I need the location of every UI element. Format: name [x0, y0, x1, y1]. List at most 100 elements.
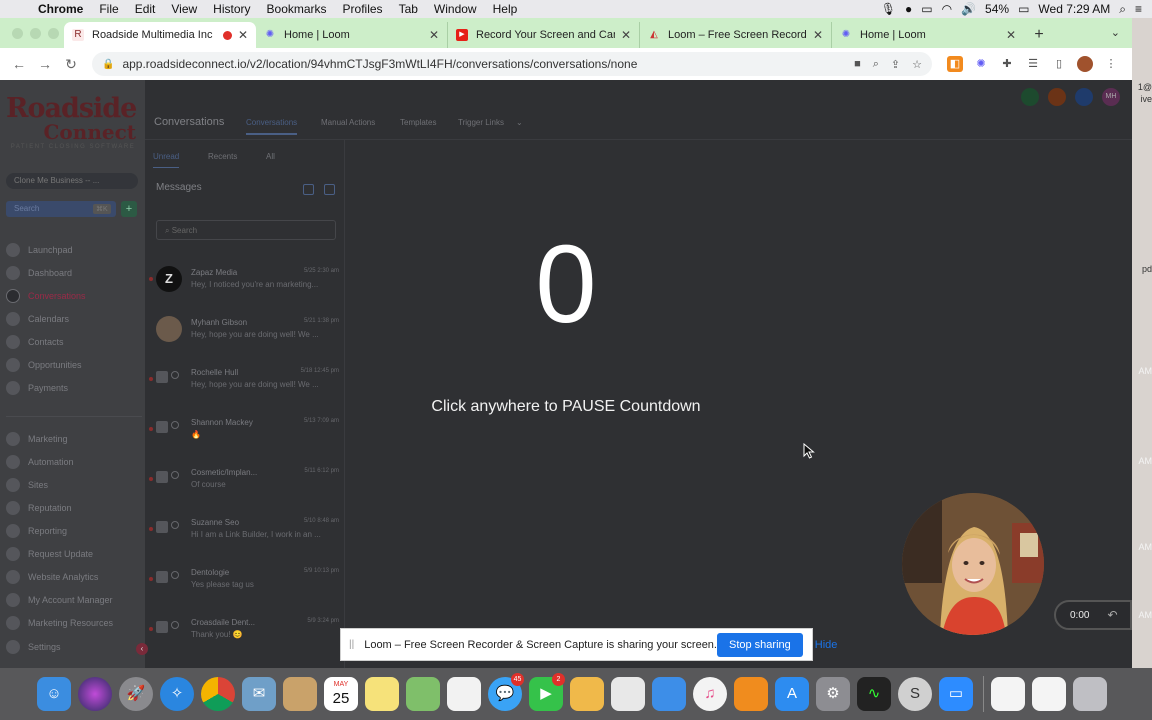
- zoom-window-button[interactable]: [48, 28, 59, 39]
- sidebar-item-automation[interactable]: Automation: [6, 450, 142, 473]
- airplay-icon[interactable]: ▭: [921, 2, 932, 16]
- volume-icon[interactable]: 🔊: [961, 2, 976, 16]
- sidebar-item-reputation[interactable]: Reputation: [6, 496, 142, 519]
- phone-icon[interactable]: [1021, 88, 1039, 106]
- clock[interactable]: Wed 7:29 AM: [1038, 2, 1110, 16]
- tab-close-icon[interactable]: ✕: [1006, 28, 1016, 42]
- activity-monitor-icon[interactable]: ∿: [857, 677, 891, 711]
- drag-handle-icon[interactable]: ||: [349, 639, 354, 650]
- lock-icon[interactable]: 🔒: [102, 59, 114, 70]
- side-panel-icon[interactable]: ▯: [1051, 56, 1067, 72]
- sidebar-item-request-update[interactable]: Request Update: [6, 542, 142, 565]
- conversation-item[interactable]: Dentologie 5/9 10:13 pm Yes please tag u…: [149, 563, 341, 599]
- messages-icon[interactable]: 💬 45: [488, 673, 524, 711]
- safari-icon[interactable]: ✧: [160, 677, 194, 711]
- battery-icon[interactable]: ▭: [1018, 2, 1029, 16]
- new-tab-button[interactable]: +: [1024, 22, 1054, 48]
- tab-close-icon[interactable]: ✕: [238, 28, 248, 42]
- address-bar[interactable]: 🔒 app.roadsideconnect.io/v2/location/94v…: [92, 52, 932, 76]
- address-url[interactable]: app.roadsideconnect.io/v2/location/94vhm…: [122, 57, 842, 71]
- menu-profiles[interactable]: Profiles: [335, 0, 391, 18]
- menu-tab[interactable]: Tab: [391, 0, 426, 18]
- conversation-item[interactable]: Croasdaile Dent... 5/9 3:24 pm Thank you…: [149, 613, 341, 649]
- trash-icon[interactable]: [1073, 677, 1107, 711]
- tab-loom-recorder[interactable]: ◭ Loom – Free Screen Recorder ✕: [640, 22, 832, 48]
- record-icon[interactable]: ●: [905, 2, 912, 16]
- tab-close-icon[interactable]: ✕: [429, 28, 439, 42]
- quick-add-button[interactable]: +: [121, 201, 137, 217]
- chrome-icon[interactable]: [201, 677, 235, 711]
- wifi-icon[interactable]: ◠: [942, 2, 952, 16]
- zoom-icon[interactable]: ⌕: [873, 58, 879, 71]
- facetime-icon[interactable]: ▶ 2: [529, 673, 565, 711]
- reminders-icon[interactable]: [447, 677, 481, 711]
- app-store-icon[interactable]: A: [775, 677, 809, 711]
- tab-conversations[interactable]: Conversations: [246, 118, 298, 135]
- utility-app-icon[interactable]: S: [898, 677, 932, 711]
- numbers-icon[interactable]: [611, 677, 645, 711]
- loom-extension-icon[interactable]: ✺: [973, 56, 989, 72]
- notifications-icon[interactable]: [1048, 88, 1066, 106]
- minimize-window-button[interactable]: [30, 28, 41, 39]
- contacts-book-icon[interactable]: [283, 677, 317, 711]
- tab-youtube-record[interactable]: ▶ Record Your Screen and Came ✕: [448, 22, 640, 48]
- tab-loom-home-2[interactable]: ✺ Home | Loom ✕: [832, 22, 1024, 48]
- sidebar-item-account-manager[interactable]: My Account Manager: [6, 588, 142, 611]
- reload-button[interactable]: ↻: [60, 56, 82, 73]
- subtab-all[interactable]: All: [266, 152, 275, 161]
- sidebar-item-sites[interactable]: Sites: [6, 473, 142, 496]
- siri-icon[interactable]: [78, 677, 112, 711]
- documents-stack-icon[interactable]: [1032, 677, 1066, 711]
- music-icon[interactable]: ♫: [693, 677, 727, 711]
- sidebar-item-marketing[interactable]: Marketing: [6, 427, 142, 450]
- conversation-item[interactable]: Shannon Mackey 5/13 7:09 am 🔥: [149, 413, 341, 449]
- stop-sharing-button[interactable]: Stop sharing: [716, 632, 803, 657]
- apple-icon[interactable]: [12, 2, 26, 16]
- mail-stamp-icon[interactable]: ✉: [242, 677, 276, 711]
- sidebar-item-payments[interactable]: Payments: [6, 376, 142, 399]
- pages-icon[interactable]: [570, 677, 604, 711]
- menu-window[interactable]: Window: [426, 0, 485, 18]
- zoom-app-icon[interactable]: ▭: [939, 677, 973, 711]
- undo-icon[interactable]: ↶: [1107, 608, 1117, 622]
- account-switcher[interactable]: Clone Me Business -- ...: [6, 173, 138, 189]
- sidebar-item-settings[interactable]: Settings: [6, 640, 142, 654]
- battery-percent[interactable]: 54%: [985, 2, 1009, 16]
- loom-recording-controls[interactable]: 0:00 ↶: [1054, 600, 1132, 630]
- books-icon[interactable]: [734, 677, 768, 711]
- tab-loom-home-1[interactable]: ✺ Home | Loom ✕: [256, 22, 448, 48]
- menu-app-name[interactable]: Chrome: [30, 0, 91, 18]
- share-icon[interactable]: ⇪: [891, 58, 900, 71]
- profile-avatar[interactable]: [1077, 56, 1093, 72]
- sidebar-item-reporting[interactable]: Reporting: [6, 519, 142, 542]
- menu-help[interactable]: Help: [485, 0, 526, 18]
- menu-view[interactable]: View: [163, 0, 205, 18]
- countdown-number[interactable]: 0: [0, 230, 1132, 340]
- subtab-recents[interactable]: Recents: [208, 152, 237, 161]
- chevron-down-icon[interactable]: ⌄: [516, 118, 523, 127]
- menu-history[interactable]: History: [205, 0, 258, 18]
- user-avatar[interactable]: MH: [1102, 88, 1120, 106]
- tab-close-icon[interactable]: ✕: [621, 28, 631, 42]
- help-icon[interactable]: [1075, 88, 1093, 106]
- conversation-item[interactable]: Rochelle Hull 5/18 12:45 pm Hey, hope yo…: [149, 363, 341, 399]
- tab-templates[interactable]: Templates: [400, 118, 436, 127]
- finder-icon[interactable]: ☺: [37, 677, 71, 711]
- webcam-bubble[interactable]: [902, 493, 1044, 635]
- menu-file[interactable]: File: [91, 0, 126, 18]
- calendar-icon[interactable]: MAY 25: [324, 677, 358, 711]
- system-preferences-icon[interactable]: ⚙: [816, 677, 850, 711]
- pause-countdown-hint[interactable]: Click anywhere to PAUSE Countdown: [0, 398, 1132, 416]
- back-button[interactable]: ←: [8, 56, 30, 72]
- sidebar-item-marketing-resources[interactable]: Marketing Resources: [6, 611, 142, 634]
- extension-orange-icon[interactable]: ◧: [947, 56, 963, 72]
- browser-menu-icon[interactable]: ⋮: [1103, 56, 1119, 72]
- downloads-stack-icon[interactable]: [991, 677, 1025, 711]
- menu-bookmarks[interactable]: Bookmarks: [259, 0, 335, 18]
- notes-icon[interactable]: [365, 677, 399, 711]
- conversation-item[interactable]: Suzanne Seo 5/10 8:48 am Hi I am a Link …: [149, 513, 341, 549]
- conversation-item[interactable]: Cosmetic/Implan... 5/11 6:12 pm Of cours…: [149, 463, 341, 499]
- launchpad-icon[interactable]: 🚀: [119, 677, 153, 711]
- spotlight-icon[interactable]: ⌕: [1119, 2, 1126, 17]
- hide-button[interactable]: Hide: [811, 639, 842, 651]
